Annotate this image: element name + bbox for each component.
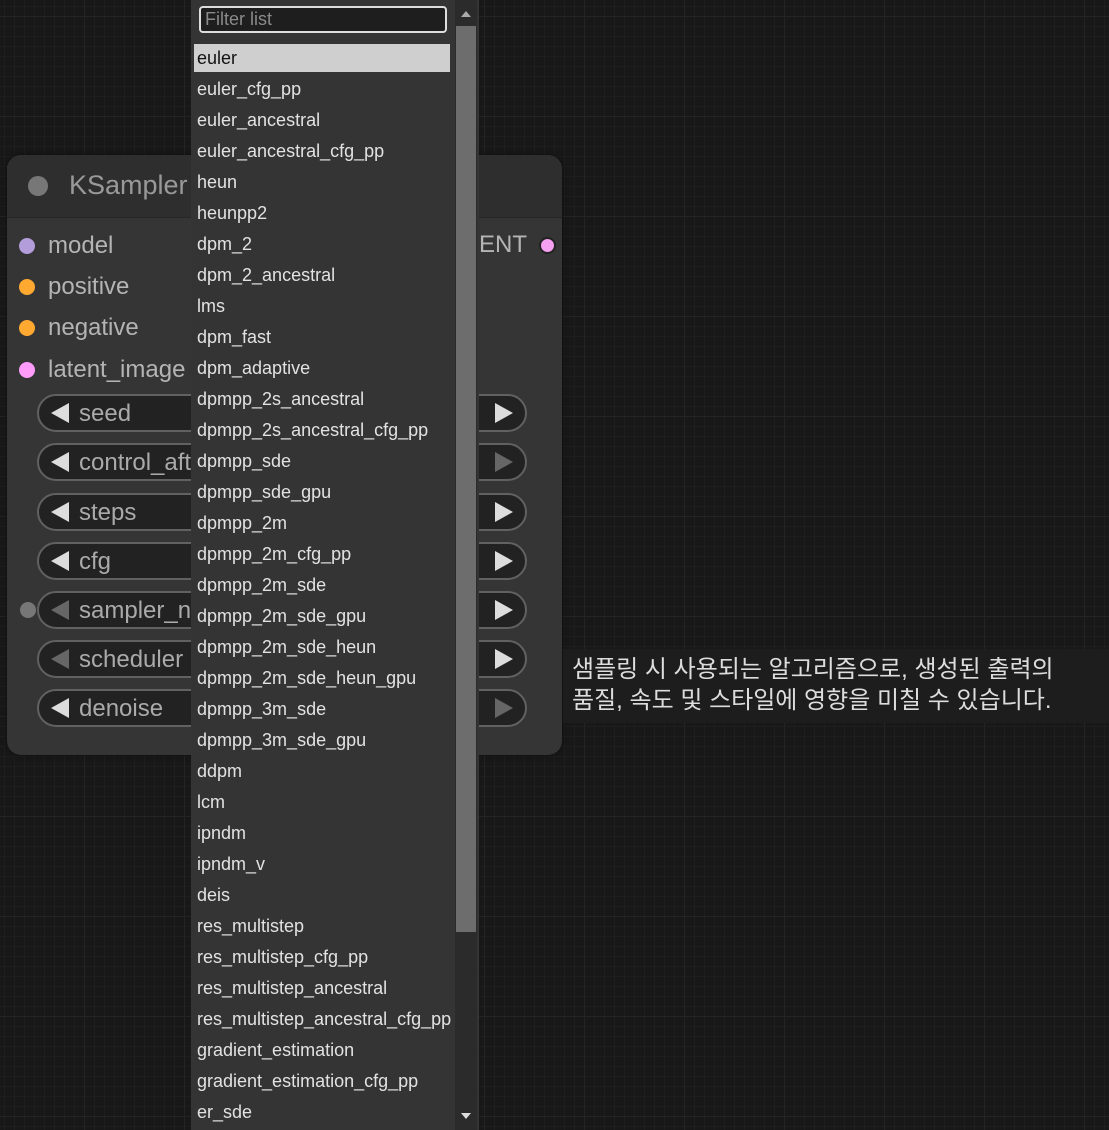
decrement-arrow-icon[interactable] (51, 600, 69, 620)
dropdown-item[interactable]: deis (194, 881, 450, 912)
decrement-arrow-icon[interactable] (51, 403, 69, 423)
dropdown-item[interactable]: heunpp2 (194, 199, 450, 230)
increment-arrow-icon[interactable] (495, 551, 513, 571)
widget-input-dot-icon[interactable] (20, 602, 36, 618)
dropdown-item[interactable]: dpmpp_3m_sde (194, 695, 450, 726)
slot-label: positive (48, 273, 130, 300)
collapse-dot-icon[interactable] (28, 176, 48, 196)
decrement-arrow-icon[interactable] (51, 502, 69, 522)
dropdown-item[interactable]: dpmpp_sde_gpu (194, 478, 450, 509)
dropdown-item[interactable]: ipndm_v (194, 850, 450, 881)
input-slot-negative[interactable]: negative (19, 313, 139, 343)
widget-label: scheduler (79, 646, 184, 673)
dropdown-item[interactable]: res_multistep_cfg_pp (194, 943, 450, 974)
slot-dot-icon[interactable] (19, 362, 35, 378)
dropdown-item[interactable]: ipndm (194, 819, 450, 850)
dropdown-item[interactable]: euler (194, 44, 450, 72)
dropdown-list: euler euler_cfg_pp euler_ancestral euler_an… (194, 44, 451, 1129)
tooltip: 샘플링 시 사용되는 알고리즘으로, 생성된 출력의 품질, 속도 및 스타일에… (563, 649, 1109, 723)
dropdown-item[interactable]: dpmpp_2m_sde_heun_gpu (194, 664, 450, 695)
slot-dot-icon[interactable] (19, 238, 35, 254)
dropdown-item[interactable]: euler_cfg_pp (194, 75, 450, 106)
dropdown-item[interactable]: heun (194, 168, 450, 199)
sampler-dropdown[interactable]: euler euler_cfg_ppeuler_ancestraleuler_an… (191, 0, 479, 1130)
dropdown-item[interactable]: dpm_fast (194, 323, 450, 354)
dropdown-item[interactable]: dpmpp_2m_sde_gpu (194, 602, 450, 633)
widget-label: denoise (79, 695, 164, 722)
dropdown-item[interactable]: dpmpp_sde (194, 447, 450, 478)
increment-arrow-icon[interactable] (495, 649, 513, 669)
dropdown-item[interactable]: ddpm (194, 757, 450, 788)
increment-arrow-icon[interactable] (495, 698, 513, 718)
dropdown-item[interactable]: dpm_2 (194, 230, 450, 261)
dropdown-item[interactable]: dpm_2_ancestral (194, 261, 450, 292)
increment-arrow-icon[interactable] (495, 502, 513, 522)
dropdown-item[interactable]: gradient_estimation_cfg_pp (194, 1067, 450, 1098)
widget-label: cfg (79, 548, 112, 575)
dropdown-item[interactable]: res_multistep_ancestral_cfg_pp (194, 1005, 451, 1036)
dropdown-item[interactable]: dpmpp_2m_sde_heun (194, 633, 450, 664)
widget-label: steps (79, 499, 137, 526)
dropdown-item[interactable]: euler_ancestral (194, 106, 450, 137)
dropdown-item[interactable]: lms (194, 292, 450, 323)
output-dot-icon[interactable] (539, 236, 556, 254)
decrement-arrow-icon[interactable] (51, 698, 69, 718)
dropdown-item[interactable]: dpmpp_2s_ancestral_cfg_pp (194, 416, 450, 447)
input-slot-positive[interactable]: positive (19, 272, 129, 302)
dropdown-item[interactable]: euler_ancestral_cfg_pp (194, 137, 450, 168)
dropdown-item[interactable]: dpmpp_2m_sde (194, 571, 450, 602)
decrement-arrow-icon[interactable] (51, 649, 69, 669)
increment-arrow-icon[interactable] (495, 600, 513, 620)
increment-arrow-icon[interactable] (495, 452, 513, 472)
input-slot-model[interactable]: model (19, 231, 113, 261)
slot-label: model (48, 232, 114, 259)
dropdown-item[interactable]: dpmpp_2m (194, 509, 450, 540)
slot-dot-icon[interactable] (19, 279, 35, 295)
widget-label: seed (79, 400, 132, 427)
dropdown-item[interactable]: dpmpp_2s_ancestral (194, 385, 450, 416)
input-slot-latent-image[interactable]: latent_image (19, 355, 185, 385)
increment-arrow-icon[interactable] (495, 403, 513, 423)
dropdown-item[interactable]: dpm_adaptive (194, 354, 450, 385)
dropdown-item[interactable]: res_multistep (194, 912, 450, 943)
scrollbar-thumb[interactable] (456, 26, 476, 932)
dropdown-item[interactable]: dpmpp_3m_sde_gpu (194, 726, 450, 757)
scroll-up-arrow-icon[interactable] (461, 11, 471, 17)
scrollbar[interactable] (455, 0, 477, 1130)
decrement-arrow-icon[interactable] (51, 452, 69, 472)
dropdown-item[interactable]: dpmpp_2m_cfg_pp (194, 540, 450, 571)
dropdown-item[interactable]: er_sde (194, 1098, 450, 1129)
node-title: KSampler (69, 170, 188, 200)
decrement-arrow-icon[interactable] (51, 551, 69, 571)
filter-input[interactable] (199, 6, 447, 33)
slot-label: negative (48, 314, 139, 341)
slot-label: latent_image (48, 356, 186, 383)
slot-dot-icon[interactable] (19, 320, 35, 336)
dropdown-item[interactable]: gradient_estimation (194, 1036, 450, 1067)
dropdown-item[interactable]: res_multistep_ancestral (194, 974, 450, 1005)
dropdown-item[interactable]: lcm (194, 788, 450, 819)
scroll-down-arrow-icon[interactable] (461, 1113, 471, 1119)
